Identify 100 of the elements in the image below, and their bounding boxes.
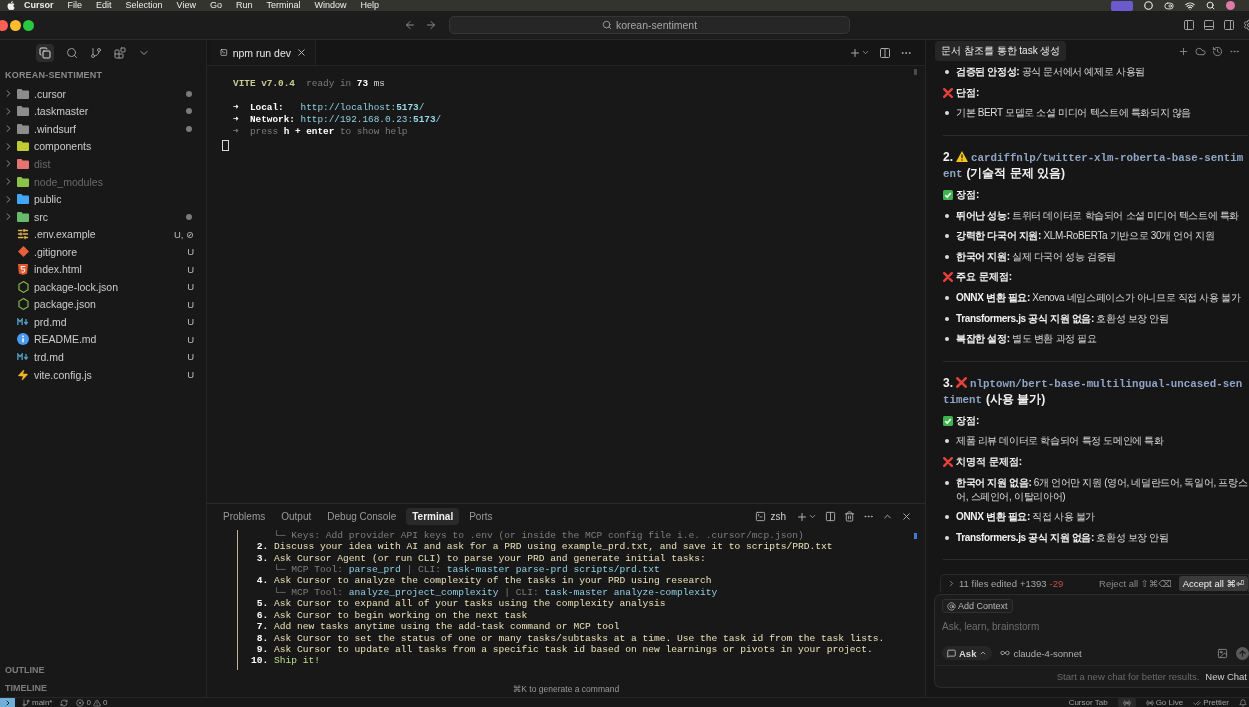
accept-all-button[interactable]: Accept all ⌘⏎ [1178, 576, 1248, 591]
section-header[interactable]: OUTLINE [0, 661, 206, 679]
section-header[interactable]: TIMELINE [0, 679, 206, 697]
plus-icon[interactable] [1178, 45, 1189, 57]
search-icon[interactable] [66, 47, 78, 59]
footer-note: Start a new chat for better results. [1056, 671, 1200, 682]
menu-item[interactable]: Run [235, 0, 253, 11]
file-name[interactable]: trd.md [34, 350, 64, 363]
branch-icon[interactable] [22, 698, 30, 707]
search-icon[interactable] [1206, 1, 1215, 10]
file-name[interactable]: index.html [34, 263, 82, 276]
split-icon[interactable] [825, 511, 836, 523]
file-name[interactable]: prd.md [34, 315, 67, 328]
folder-name[interactable]: src [34, 210, 48, 223]
panel-tab[interactable]: Output [275, 508, 318, 526]
lightning-icon [17, 368, 29, 381]
broadcast-icon[interactable] [1145, 698, 1154, 707]
go-live-status[interactable]: Go Live [1155, 698, 1184, 707]
panel-tab[interactable]: Debug Console [321, 508, 403, 526]
new-chat-link[interactable]: New Chat [1205, 671, 1247, 682]
command-search-field[interactable]: korean-sentiment [449, 16, 850, 34]
remote-button[interactable] [0, 698, 15, 707]
reject-all-button[interactable]: Reject all ⇧⌘⌫ [1095, 578, 1176, 589]
mode-button[interactable]: Ask [942, 646, 993, 660]
menu-item[interactable]: File [67, 0, 83, 11]
bullet-text: 기본 BERT 모델로 소셜 미디어 텍스트에 특화되지 않음 [956, 106, 1191, 121]
close-icon[interactable] [296, 47, 307, 58]
double-check-icon[interactable] [1193, 698, 1202, 707]
toggle-icon[interactable] [1164, 0, 1174, 11]
terminal-icon[interactable] [755, 511, 767, 523]
scrollbar-thumb [914, 69, 917, 75]
file-name[interactable]: package.json [34, 298, 96, 311]
split-icon[interactable] [879, 46, 891, 59]
file-name[interactable]: package-lock.json [34, 280, 119, 293]
close-icon[interactable] [901, 511, 912, 523]
folder-name[interactable]: .cursor [34, 87, 67, 100]
sidebar-toggle-icon[interactable] [1183, 19, 1195, 31]
status-button[interactable] [1117, 698, 1136, 707]
forward-icon[interactable] [425, 19, 437, 31]
avatar-icon[interactable] [1226, 1, 1235, 10]
file-name[interactable]: README.md [34, 333, 97, 346]
circle-icon[interactable] [1144, 1, 1153, 10]
back-icon[interactable] [404, 19, 416, 31]
extensions-icon[interactable] [114, 47, 126, 59]
folder-name[interactable]: .windsurf [34, 122, 76, 135]
panel-tab[interactable]: Ports [463, 508, 499, 526]
minimize-window-icon[interactable] [10, 19, 21, 31]
error-icon[interactable] [76, 698, 85, 707]
bell-icon[interactable] [1239, 698, 1247, 707]
panel-toggle-icon[interactable] [1203, 19, 1215, 31]
prettier-status[interactable]: Prettier [1203, 698, 1229, 707]
branch-name[interactable]: main* [32, 698, 53, 707]
menu-item[interactable]: Selection [125, 0, 163, 11]
chevron-right-icon[interactable] [947, 579, 956, 588]
info-icon [17, 333, 29, 346]
menu-item[interactable]: View [176, 0, 196, 11]
terminal-line: 2. Discuss your idea with AI and ask for a PRD using example_prd.txt, and save it to scripts/PRD.txt [255, 541, 834, 553]
panel-tab[interactable]: Problems [217, 508, 272, 526]
cursor-tab-status[interactable]: Cursor Tab [1068, 698, 1108, 707]
warning-count[interactable]: 0 [102, 698, 108, 707]
plus-icon[interactable] [849, 46, 861, 59]
file-name[interactable]: .gitignore [34, 245, 78, 258]
cross-icon [943, 87, 953, 98]
sidebar-right-toggle-icon[interactable] [1223, 19, 1235, 31]
source-control-icon[interactable] [90, 47, 102, 59]
menu-item[interactable]: Terminal [266, 0, 301, 11]
add-context-button[interactable]: Add Context [942, 599, 1013, 613]
error-count[interactable]: 0 [86, 698, 91, 707]
image-icon[interactable] [1217, 647, 1228, 659]
changes-summary[interactable]: 11 files edited [959, 578, 1017, 589]
folder-name[interactable]: public [34, 193, 62, 206]
cloud-icon[interactable] [1195, 45, 1206, 57]
menu-item[interactable]: Help [360, 0, 379, 11]
app-menu[interactable]: Cursor [24, 0, 54, 11]
panel-tab[interactable]: Terminal [406, 508, 460, 526]
chevron-down-icon[interactable] [861, 48, 870, 57]
menu-item[interactable]: Edit [96, 0, 112, 11]
close-window-icon[interactable] [0, 19, 8, 31]
file-name[interactable]: .env.example [34, 228, 96, 241]
folder-name[interactable]: components [34, 140, 92, 153]
warning-icon[interactable] [92, 698, 101, 707]
trash-icon[interactable] [844, 511, 855, 523]
explorer-title: KOREAN-SENTIMENT [4, 69, 104, 82]
explorer-tab[interactable] [36, 44, 54, 62]
menu-item[interactable]: Go [209, 0, 222, 11]
model-picker[interactable]: claude-4-sonnet [998, 647, 1084, 659]
send-button[interactable] [1236, 646, 1249, 660]
removed-count: -29 [1049, 578, 1064, 589]
folder-name[interactable]: .taskmaster [34, 105, 89, 118]
chat-input-field[interactable]: Ask, learn, brainstorm [942, 618, 1232, 634]
zoom-window-icon[interactable] [23, 19, 34, 31]
sync-icon[interactable] [60, 698, 69, 707]
menu-item[interactable]: Window [314, 0, 347, 11]
history-icon[interactable] [1212, 45, 1223, 57]
wifi-icon[interactable] [1185, 0, 1195, 11]
plus-icon[interactable] [796, 510, 808, 523]
chat-tab[interactable]: 문서 참조를 통한 task 생성 [935, 41, 1067, 61]
menubar-app-icon[interactable] [1111, 0, 1133, 11]
file-name[interactable]: vite.config.js [34, 368, 92, 381]
shell-label[interactable]: zsh [770, 511, 786, 523]
